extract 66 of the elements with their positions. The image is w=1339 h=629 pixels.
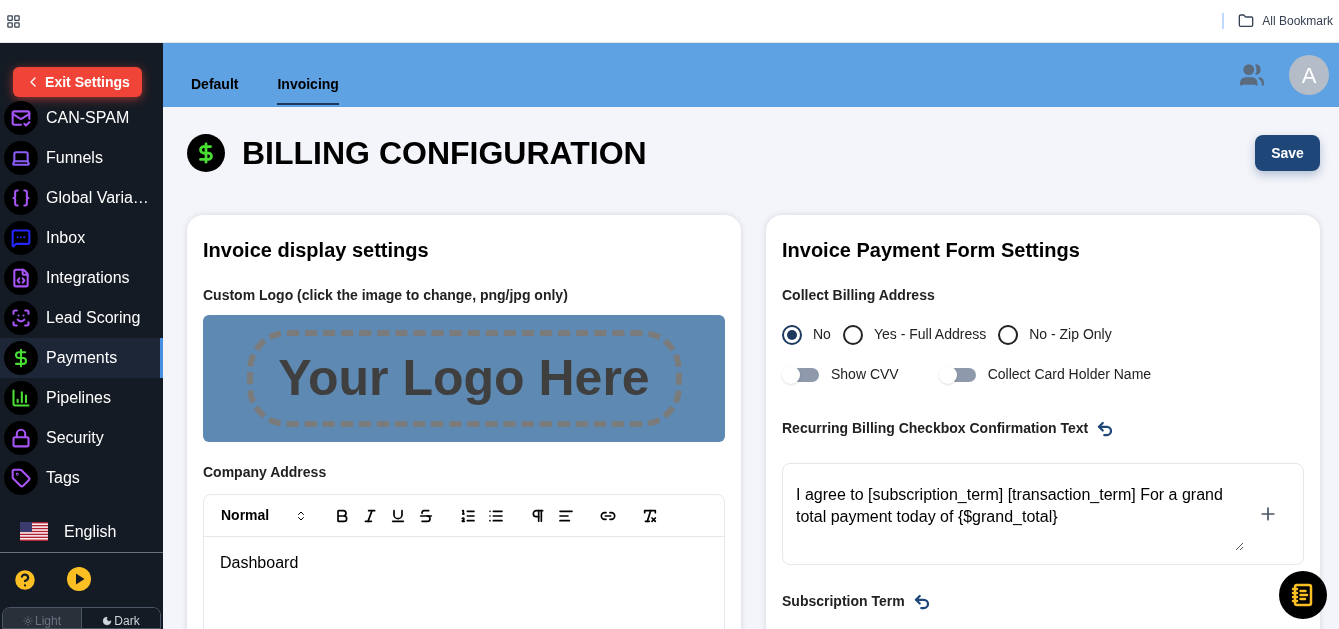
up-down-icon [295, 509, 307, 522]
theme-option[interactable]: Dark [81, 608, 160, 628]
radio-option[interactable]: No - Zip Only [998, 324, 1112, 345]
radio-option[interactable]: Yes - Full Address [842, 324, 987, 345]
undo-icon[interactable] [1096, 419, 1115, 438]
clear-format-icon[interactable] [641, 507, 659, 524]
toggle-label: Collect Card Holder Name [987, 365, 1152, 384]
undo-icon[interactable] [912, 592, 931, 611]
confirmation-text-field[interactable]: I agree to [subscription_term] [transaction_term] For a grand total payment today of {$grand_total} [782, 463, 1304, 565]
radio-button[interactable] [998, 324, 1019, 345]
help-icon[interactable] [12, 567, 38, 593]
play-icon[interactable] [67, 567, 91, 591]
format-select[interactable]: Normal [221, 505, 307, 526]
bookmarks-link[interactable]: All Bookmark [1262, 12, 1333, 30]
sidebar-item[interactable]: Tags [0, 458, 163, 498]
sidebar-item[interactable]: Inbox [0, 218, 163, 258]
field-label: Collect Billing Address [782, 286, 936, 305]
folder-icon [1238, 13, 1255, 29]
strikethrough-icon[interactable] [417, 507, 435, 524]
apps-grid-icon[interactable] [6, 13, 21, 29]
radio-button[interactable] [842, 324, 863, 345]
language-selector[interactable]: English [0, 513, 163, 553]
sidebar-item[interactable]: Payments [0, 338, 163, 378]
field-label: Custom Logo (click the image to change, png/jpg only) [203, 286, 569, 305]
card-title: Invoice display settings [203, 238, 430, 263]
braces-icon [4, 181, 38, 215]
bar-chart-icon [4, 381, 38, 415]
field-label: Recurring Billing Checkbox Confirmation Text [782, 419, 1089, 438]
chat-notes-icon [1291, 583, 1315, 607]
toggle-switch[interactable] [782, 365, 819, 384]
logo-placeholder-text: Your Logo Here [278, 349, 650, 408]
sidebar-item[interactable]: Global Varia… [0, 178, 163, 218]
address-editor-text[interactable]: Dashboard [204, 537, 724, 575]
laptop-icon [4, 141, 38, 175]
field-label: Subscription Term [782, 592, 905, 611]
tab[interactable]: Invoicing [277, 65, 339, 105]
tab[interactable]: Default [191, 65, 239, 105]
moon-icon [102, 616, 113, 626]
radio-button[interactable] [782, 324, 802, 345]
us-flag-icon [20, 522, 48, 541]
code-file-icon [4, 261, 38, 295]
sidebar-item[interactable]: Integrations [0, 258, 163, 298]
underline-icon[interactable] [389, 507, 407, 524]
radio-option[interactable]: No [782, 324, 831, 345]
sidebar-item[interactable]: CAN-SPAM [0, 98, 163, 138]
page-title: BILLING CONFIGURATION [242, 134, 647, 173]
sidebar-item[interactable]: Pipelines [0, 378, 163, 418]
sidebar-item[interactable]: Lead Scoring [0, 298, 163, 338]
resize-grip-icon [1235, 542, 1243, 550]
confirmation-text: I agree to [subscription_term] [transaction_term] For a grand total payment today of {$grand_total} [796, 485, 1224, 527]
field-label: Company Address [203, 463, 328, 482]
lock-icon [4, 421, 38, 455]
dollar-icon [4, 341, 38, 375]
sun-icon [23, 616, 33, 626]
tag-icon [4, 461, 38, 495]
dollar-icon [187, 134, 225, 172]
toggle-switch[interactable] [938, 365, 976, 384]
sidebar-item[interactable]: Security [0, 418, 163, 458]
ordered-list-icon[interactable] [459, 507, 477, 524]
card-title: Invoice Payment Form Settings [782, 238, 1081, 263]
exit-settings-button[interactable]: Exit Settings [13, 67, 142, 97]
save-button[interactable]: Save [1255, 135, 1320, 171]
toggle-label: Show CVV [831, 365, 899, 384]
envelope-check-icon [4, 101, 38, 135]
chat-bubble-icon [4, 221, 38, 255]
sidebar-item[interactable]: Funnels [0, 138, 163, 178]
